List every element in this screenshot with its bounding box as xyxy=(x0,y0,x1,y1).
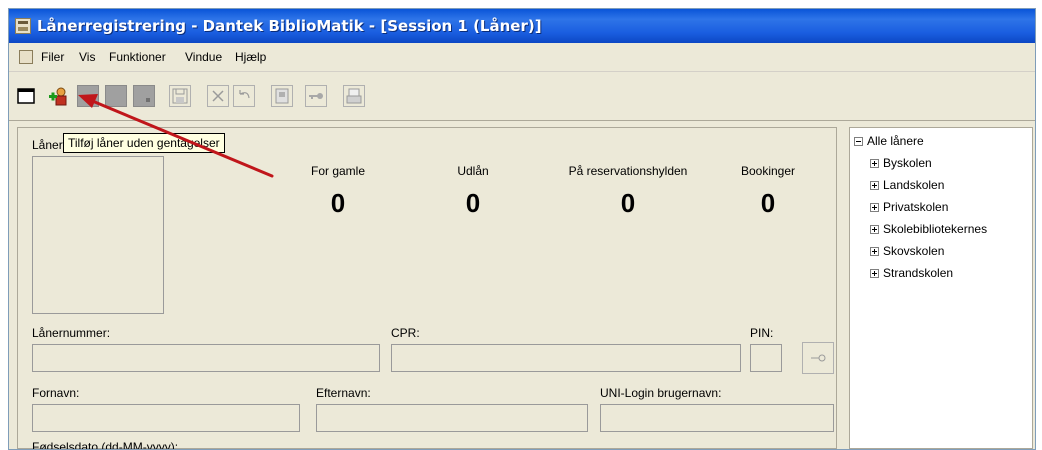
lastname-field[interactable] xyxy=(316,404,588,432)
tree-item-label: Privatskolen xyxy=(883,200,949,214)
expand-icon[interactable] xyxy=(870,159,879,169)
disabled-button-1[interactable] xyxy=(77,85,99,107)
toolbar-tooltip: Tilføj låner uden gentagelser xyxy=(63,133,225,153)
tree-item-label: Byskolen xyxy=(883,156,932,170)
tree-item-label: Landskolen xyxy=(883,178,945,192)
expand-icon[interactable] xyxy=(870,247,879,257)
menu-vis[interactable]: Vis xyxy=(79,50,95,64)
birthdate-label: Fødselsdato (dd-MM-yyyy): xyxy=(32,440,179,450)
new-window-icon[interactable] xyxy=(15,85,37,107)
borrower-photo xyxy=(32,156,164,314)
properties-icon[interactable] xyxy=(271,85,293,107)
expand-icon[interactable] xyxy=(870,181,879,191)
document-menu-icon[interactable] xyxy=(19,50,33,64)
tree-item-label: Skolebibliotekernes xyxy=(883,222,988,236)
tree-item-privatskolen[interactable]: Privatskolen xyxy=(870,200,948,214)
firstname-field[interactable] xyxy=(32,404,300,432)
expand-icon[interactable] xyxy=(870,269,879,279)
delete-icon[interactable] xyxy=(207,85,229,107)
counter-label-udlaan: Udlån xyxy=(457,164,489,178)
tree-item-skolebibliotekernes[interactable]: Skolebibliotekernes xyxy=(870,222,987,236)
disabled-button-2[interactable] xyxy=(105,85,127,107)
title-bar[interactable]: Lånerregistrering - Dantek BiblioMatik -… xyxy=(9,9,1035,43)
pin-field[interactable] xyxy=(750,344,782,372)
menu-funktioner[interactable]: Funktioner xyxy=(109,50,166,64)
toolbar xyxy=(9,72,1035,121)
pin-label: PIN: xyxy=(750,326,774,340)
tree-item-byskolen[interactable]: Byskolen xyxy=(870,156,932,170)
disabled-button-3[interactable] xyxy=(133,85,155,107)
add-borrower-button[interactable] xyxy=(47,85,69,107)
undo-icon[interactable] xyxy=(233,85,255,107)
pin-key-button[interactable] xyxy=(802,342,834,374)
tree-item-label: Skovskolen xyxy=(883,244,945,258)
app-window: Lånerregistrering - Dantek BiblioMatik -… xyxy=(8,8,1036,450)
tree-item-label: Strandskolen xyxy=(883,266,954,280)
tree-root-label: Alle lånere xyxy=(867,134,924,148)
window-title: Lånerregistrering - Dantek BiblioMatik -… xyxy=(37,17,542,35)
counter-label-bookinger: Bookinger xyxy=(740,164,796,178)
lastname-label: Efternavn: xyxy=(316,386,371,400)
photo-label: Låner xyxy=(32,138,63,152)
cpr-field[interactable] xyxy=(391,344,741,372)
menu-bar: Filer Vis Funktioner Vindue Hjælp xyxy=(9,45,1035,72)
borrower-number-label: Lånernummer: xyxy=(32,326,111,340)
tree-item-strandskolen[interactable]: Strandskolen xyxy=(870,266,953,280)
borrower-panel: Låner For gamle 0 Udlån 0 På reservation… xyxy=(17,127,837,449)
app-icon[interactable] xyxy=(15,18,31,34)
uni-login-field[interactable] xyxy=(600,404,834,432)
save-icon[interactable] xyxy=(169,85,191,107)
firstname-label: Fornavn: xyxy=(32,386,80,400)
menu-filer[interactable]: Filer xyxy=(41,50,64,64)
tree-root-alle-laanere[interactable]: Alle lånere xyxy=(854,134,924,148)
counter-value-udlaan: 0 xyxy=(465,188,481,218)
counter-value-bookinger: 0 xyxy=(760,188,776,218)
key-icon[interactable] xyxy=(305,85,327,107)
tree-item-skovskolen[interactable]: Skovskolen xyxy=(870,244,944,258)
borrower-group-tree: Alle lånere Byskolen Landskolen Privatsk… xyxy=(849,127,1033,449)
menu-vindue[interactable]: Vindue xyxy=(185,50,222,64)
collapse-icon[interactable] xyxy=(854,137,863,147)
uni-login-label: UNI-Login brugernavn: xyxy=(600,386,722,400)
expand-icon[interactable] xyxy=(870,203,879,213)
menu-hjaelp[interactable]: Hjælp xyxy=(235,50,266,64)
expand-icon[interactable] xyxy=(870,225,879,235)
tree-item-landskolen[interactable]: Landskolen xyxy=(870,178,944,192)
counter-label-reservation: På reservationshylden xyxy=(568,164,688,178)
print-preview-icon[interactable] xyxy=(343,85,365,107)
counter-value-reservation: 0 xyxy=(620,188,636,218)
cpr-label: CPR: xyxy=(391,326,420,340)
borrower-number-field[interactable] xyxy=(32,344,380,372)
